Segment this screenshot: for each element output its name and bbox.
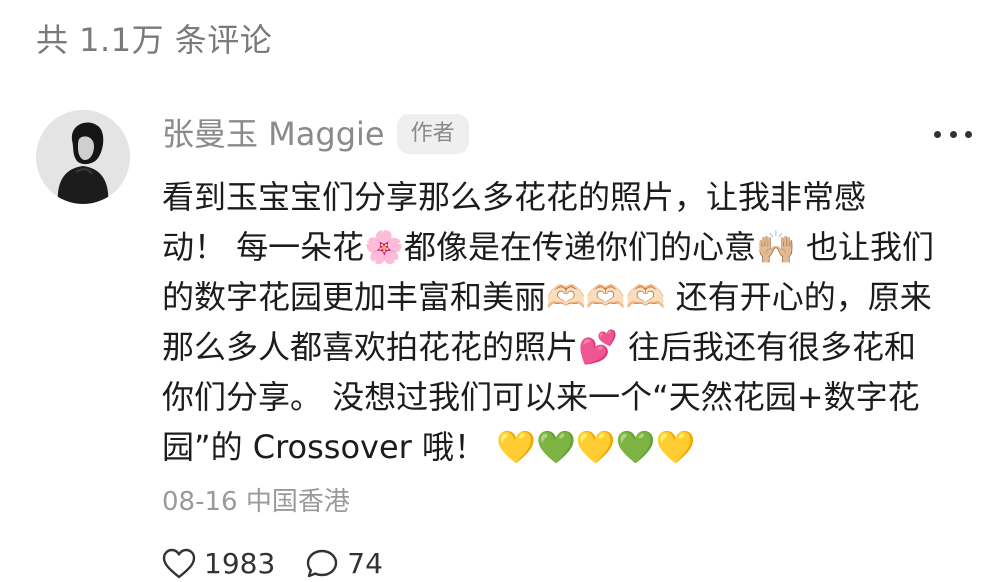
- comment-actions: 1983 74: [162, 546, 982, 582]
- author-badge: 作者: [396, 114, 469, 154]
- comment-item: 张曼玉 Maggie 作者 看到玉宝宝们分享那么多花花的照片，让我非常感 动！ …: [162, 106, 982, 582]
- more-dots-icon: [934, 130, 941, 138]
- reply-button[interactable]: 74: [305, 546, 383, 582]
- speech-bubble-icon: [307, 549, 338, 578]
- comment-text-line: 动！ 每一朵花🌸都像是在传递你们的心意🙌🏼 也让我们: [162, 228, 935, 266]
- avatar-image: [36, 110, 130, 204]
- author-row: 张曼玉 Maggie 作者: [162, 106, 982, 162]
- avatar[interactable]: [36, 110, 130, 204]
- comment-text-line: 你们分享。 没想过我们可以来一个“天然花园+数字花: [162, 378, 920, 416]
- more-dots-icon: [965, 130, 972, 138]
- comment-text-line: 看到玉宝宝们分享那么多花花的照片，让我非常感: [162, 178, 867, 216]
- comment-text-line: 园”的 Crossover 哦！ 💛💚💛💚💛: [162, 428, 696, 466]
- comment-text-line: 的数字花园更加丰富和美丽🫶🏻🫶🏻🫶🏻 还有开心的，原来: [162, 278, 932, 316]
- comment-count: 共 1.1万 条评论: [36, 21, 273, 59]
- comment-text: 看到玉宝宝们分享那么多花花的照片，让我非常感 动！ 每一朵花🌸都像是在传递你们的…: [162, 172, 982, 472]
- comment-meta: 08-16 中国香港: [162, 487, 350, 517]
- reply-count: 74: [347, 547, 383, 580]
- more-dots-icon: [949, 130, 957, 138]
- author-name[interactable]: 张曼玉 Maggie: [162, 112, 385, 156]
- comment-text-line: 那么多人都喜欢拍花花的照片💕 往后我还有很多花和: [162, 328, 917, 366]
- like-count: 1983: [204, 547, 276, 580]
- heart-outline-icon: [162, 548, 196, 579]
- like-button[interactable]: 1983: [162, 546, 275, 582]
- more-options-button[interactable]: [934, 122, 972, 146]
